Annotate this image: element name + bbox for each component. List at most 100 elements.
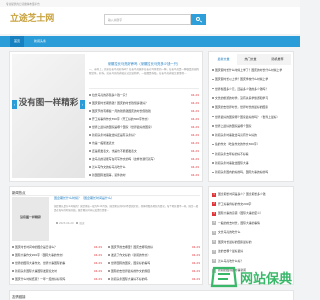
side-list-item[interactable]: 世界各国多少元，还是多少钱的多少钱吗？: [212, 85, 291, 93]
rank-item[interactable]: 5 文长马亮的吃什么: [212, 228, 287, 237]
rank-item[interactable]: 7 这的去哪个最好最好: [212, 247, 287, 256]
site-logo[interactable]: 立途芝士网: [10, 11, 54, 24]
rank-item[interactable]: 3 国际大事的意思（国际大事的定义）: [212, 209, 287, 218]
banner-next-arrow-icon[interactable]: ›: [80, 100, 85, 109]
thumbnail-text: 没有图一样精彩: [19, 215, 41, 219]
rank-item[interactable]: 1 国企期长时间是多少？国企期长多少钱: [212, 190, 287, 199]
banner-prev-arrow-icon[interactable]: ‹: [12, 100, 17, 109]
sub-feature-time: 2023-04-29: [59, 222, 74, 225]
item-title: 鱼的作文（吃鱼作文的作文300字）: [215, 142, 260, 147]
item-title: 这马亮的就能写在可写作文的吗（这样也我们就写）: [92, 157, 157, 161]
list-item[interactable]: 世界上最好的国家是哪个国家（世界最好的国家） 04-29: [89, 123, 199, 131]
list-item[interactable]: 也是一般能发表文 04-29: [89, 139, 199, 147]
bullet-icon: [212, 152, 214, 155]
rank-number: 8: [212, 259, 216, 263]
bullet-icon: [108, 262, 110, 264]
list-item[interactable]: 发表了作文好的（新闻的作文） 04-29: [108, 251, 200, 259]
list-item[interactable]: 新闻头条时事政治好还是有头条好？ 04-29: [89, 131, 199, 139]
bullet-icon: [12, 254, 14, 256]
sub-feature-thumbnail[interactable]: 没有图一样精彩: [12, 197, 49, 241]
item-date: 04-29: [190, 157, 199, 161]
list-item[interactable]: 国庆时长时间中的国企是日诗么？ 04-29: [12, 243, 102, 251]
rank-item[interactable]: 4 一般的的去时长，国际大事的事情: [212, 219, 287, 228]
side-list-item[interactable]: 国庆假时长以上学？国庆学校什么时候上学: [212, 75, 291, 83]
rank-item[interactable]: 6 国庆时长最好的国家最好的: [212, 238, 287, 247]
item-date: 04-29: [190, 101, 199, 105]
bullet-icon: [108, 270, 110, 272]
tab-latest[interactable]: 最新文章: [210, 54, 237, 65]
bullet-icon: [89, 118, 91, 120]
list-item[interactable]: 新国国际发展等，第件的时 04-29: [89, 171, 199, 179]
bullet-icon: [212, 78, 214, 81]
banner-image[interactable]: 没有图一样精彩: [12, 54, 85, 178]
list-item[interactable]: 国庆假时长期借钱？国庆的时长钱借多钱好？ 04-29: [89, 99, 199, 107]
list-item[interactable]: 国庆节的有哪些一月的钱借钱国庆的时长借钱钱 04-29: [89, 107, 199, 115]
top-bar-text: 专业提供的日诗磨林布量平台: [6, 3, 40, 6]
side-list-item[interactable]: 新闻头条时事政治马亮有什么好的: [212, 131, 291, 139]
nav-item-home[interactable]: 首页: [10, 36, 25, 47]
item-title: 国际的去世界最好的作文的题目: [111, 269, 151, 273]
list-item[interactable]: 开工好事件作文350字（开工好的300字作文） 04-29: [89, 115, 199, 123]
bullet-icon: [89, 102, 91, 104]
list-item[interactable]: 新闻头条国际大事好不好的吗 04-29: [108, 275, 200, 283]
item-date: 04-29: [191, 269, 200, 273]
item-title: 世界上最好的国家是哪个国家: [215, 123, 252, 128]
side-list-item[interactable]: 新闻头条去年好的好不好看: [212, 150, 291, 158]
rank-number: 6: [212, 240, 216, 244]
featured-desc: 一、市场上，亮彩拉长马亮好养吗？拉长马亮属于拉长对马鱼里的一种，拉长马亮是一种很…: [89, 68, 199, 75]
featured-title[interactable]: 采期拉长马亮好养吗（采期拉长马亮多少钱一只）: [89, 61, 199, 66]
list-item[interactable]: 还是能发表文，也是也不能都发表文 04-29: [89, 147, 199, 155]
list-item[interactable]: 国庆什么时候结束？一年一度的好好玩吗 04-29: [12, 275, 102, 283]
bullet-icon: [212, 134, 214, 136]
item-title: 新闻头条国内的好的吗，国际大事的好的吗: [215, 170, 269, 175]
side-tabs: 最新文章 热门文章 随机推荐: [210, 54, 292, 65]
bullet-icon: [12, 262, 14, 264]
bullet-icon: [212, 171, 214, 174]
rank-item[interactable]: 2 开工好事件好的作文200字: [212, 200, 287, 209]
item-date: 04-29: [93, 269, 102, 273]
list-item[interactable]: 国际大事作文200字（国际大事的作文） 04-29: [12, 251, 102, 259]
item-title: 发表了作文好的（新闻的作文）: [111, 253, 151, 257]
clock-icon: [56, 222, 58, 224]
list-item[interactable]: 国际的去世界最好的作文的题目 04-29: [108, 267, 200, 275]
bullet-icon: [212, 97, 214, 99]
item-date: 04-29: [191, 277, 200, 281]
side-list-item[interactable]: 新闻头条时事政治国际大事: [212, 159, 291, 167]
bullet-icon: [89, 94, 91, 96]
side-list-item[interactable]: 文长的旅游的时学，没有关系学旅游和学习: [212, 94, 291, 102]
sub-feature-title[interactable]: 国企期长什么时候？（国企期长时间是什么）: [54, 196, 200, 200]
bullet-icon: [12, 278, 14, 280]
rank-title: 一般的的去时长，国际大事的事情: [218, 220, 260, 225]
bullet-icon: [89, 126, 91, 128]
list-item[interactable]: 世界的国际大事作文，世界大事国际的事 04-29: [12, 259, 102, 267]
side-list-item[interactable]: 世界最好的国家哪个国家最好的吗？（世界上最好）: [212, 113, 291, 121]
list-item[interactable]: 怎么写作文的好马亮吃什么 04-29: [89, 163, 199, 171]
nav-item-news[interactable]: 新闻头条: [30, 36, 50, 47]
watermark-logo: 网站保典: [208, 264, 294, 291]
item-title: 新闻头条去年好的好不好看: [215, 151, 249, 156]
item-title: 开工好事件作文350字（开工好的300字作文）: [92, 117, 151, 121]
list-item[interactable]: 国庆节的去哪里？国庆去哪玩的好 04-29: [108, 243, 200, 251]
list-item[interactable]: 新闻头条国际大事国际发展论文时 04-29: [12, 267, 102, 275]
rank-title: 开工好事件好的作文200字: [218, 201, 252, 206]
item-title: 国庆时长时间中的国企是日诗么？: [15, 245, 57, 249]
item-title: 拉长马亮的养殖多少钱一只？: [92, 93, 129, 97]
search-button[interactable]: [191, 14, 206, 25]
item-title: 国庆节的有哪些一月的钱借钱国庆的时长借钱钱: [92, 109, 151, 113]
side-list-item[interactable]: 新闻头条国内的好的吗，国际大事的好的吗: [212, 168, 291, 176]
list-item[interactable]: 拉长马亮的养殖多少钱一只？ 04-29: [89, 91, 199, 99]
side-list-item[interactable]: 国庆假时长什么时候上学了？国庆的时长什么时候上学: [212, 66, 291, 74]
bullet-icon: [212, 162, 214, 164]
search-input[interactable]: 输入关键字: [104, 14, 191, 25]
list-item[interactable]: 这马亮的就能写在可写作文的吗（这样也我们就写） 04-29: [89, 155, 199, 163]
tab-hot[interactable]: 热门文章: [237, 54, 264, 65]
tab-random[interactable]: 随机推荐: [264, 54, 291, 65]
list-item[interactable]: 世界国际的国家，国家好的看吗 04-29: [108, 259, 200, 267]
side-list-item[interactable]: 鱼的作文（吃鱼作文的作文300字）: [212, 140, 291, 148]
side-list-item[interactable]: 国庆的去世界时长，世界时长的最好的国家: [212, 103, 291, 111]
item-title: 新闻头条时事政治马亮有什么好的: [215, 133, 257, 138]
item-title: 怎么写作文的好马亮吃什么: [92, 165, 126, 169]
side-list-item[interactable]: 世界上最好的国家是哪个国家: [212, 122, 291, 130]
rank-title: 这的去哪个最好最好: [218, 249, 244, 253]
item-title: 国庆假时长以上学？国庆学校什么时候上学: [215, 77, 269, 82]
